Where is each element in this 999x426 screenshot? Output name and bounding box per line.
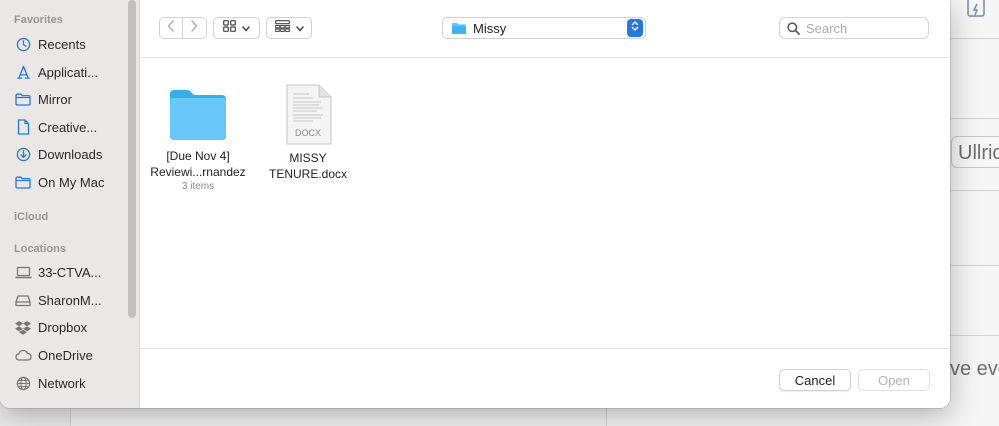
file-name-line1: [Due Nov 4] [166, 149, 230, 163]
back-button[interactable] [160, 18, 182, 38]
file-item-folder[interactable]: [Due Nov 4] Reviewi...rnandez 3 items [143, 84, 253, 193]
sidebar-item-label: SharonM... [38, 292, 102, 308]
sidebar-item-label: Recents [38, 36, 86, 52]
background-divider [950, 265, 999, 266]
chevron-left-icon [167, 19, 175, 37]
current-folder-name: Missy [473, 20, 507, 36]
sidebar-item-label: Dropbox [38, 319, 88, 335]
file-item-docx[interactable]: DOCX MISSY TENURE.docx [253, 84, 363, 182]
open-file-dialog: Favorites Recents Applicati... Mirror Cr… [0, 0, 950, 408]
cancel-button[interactable]: Cancel [779, 369, 851, 391]
popup-stepper [627, 19, 643, 37]
folder-icon [14, 91, 32, 107]
applications-icon [14, 64, 32, 80]
sidebar-item-network[interactable]: Network [14, 371, 126, 395]
open-button[interactable]: Open [858, 369, 930, 391]
sidebar-item-applications[interactable]: Applicati... [14, 60, 126, 84]
search-field[interactable] [779, 17, 929, 39]
docx-document-icon: DOCX [283, 84, 333, 146]
section-icloud: iCloud [14, 211, 49, 223]
clock-icon [14, 36, 32, 52]
sidebar-item-label: Mirror [38, 91, 72, 107]
background-edit-icon [966, 0, 988, 23]
sidebar-item-label: Applicati... [38, 64, 98, 80]
updown-chevron-icon [631, 19, 639, 37]
background-divider [950, 335, 999, 336]
sidebar-item-recents[interactable]: Recents [14, 32, 126, 56]
group-grid-icon [274, 19, 290, 37]
file-name-line1: MISSY [289, 151, 327, 165]
cloud-icon [14, 347, 32, 363]
forward-button[interactable] [183, 18, 205, 38]
search-input[interactable] [806, 20, 916, 36]
sidebar-item-drive[interactable]: SharonM... [14, 288, 126, 312]
group-by-button[interactable] [266, 17, 312, 39]
sidebar-item-label: On My Mac [38, 174, 105, 190]
file-name-line2: TENURE.docx [268, 167, 348, 181]
background-divider [950, 190, 999, 191]
sidebar-item-laptop[interactable]: 33-CTVA... [14, 260, 126, 284]
background-divider [950, 38, 999, 39]
dropbox-icon [14, 319, 32, 335]
location-popup[interactable]: Missy [442, 17, 646, 39]
file-browser: [Due Nov 4] Reviewi...rnandez 3 items DO… [140, 59, 950, 348]
sidebar-item-dropbox[interactable]: Dropbox [14, 315, 126, 339]
sidebar: Favorites Recents Applicati... Mirror Cr… [0, 0, 140, 408]
icon-grid-icon [223, 19, 236, 37]
sidebar-item-label: 33-CTVA... [38, 264, 102, 280]
sidebar-item-label: OneDrive [38, 347, 93, 363]
sidebar-item-label: Creative... [38, 119, 98, 135]
background-text-eve: ve eve [950, 358, 999, 380]
globe-icon [14, 375, 32, 391]
sidebar-item-downloads[interactable]: Downloads [14, 142, 126, 166]
navigation-buttons [159, 17, 207, 39]
sidebar-item-label: Downloads [38, 146, 103, 162]
file-type-badge: DOCX [294, 128, 321, 138]
section-favorites: Favorites [14, 14, 63, 26]
folder-icon [451, 22, 467, 35]
search-icon [787, 21, 800, 35]
view-mode-button[interactable] [213, 17, 260, 39]
sidebar-item-label: Network [38, 375, 86, 391]
sidebar-item-on-my-mac[interactable]: On My Mac [14, 170, 126, 194]
sidebar-item-onedrive[interactable]: OneDrive [14, 343, 126, 367]
background-text-ullric: Ullric [958, 142, 999, 164]
folder-icon [14, 174, 32, 190]
sidebar-scrollbar[interactable] [128, 0, 136, 318]
document-icon [14, 119, 32, 135]
drive-icon [14, 292, 32, 308]
dialog-footer: Cancel Open [140, 348, 950, 408]
download-icon [14, 146, 32, 162]
chevron-right-icon [190, 19, 198, 37]
chevron-down-icon [295, 19, 304, 37]
section-locations: Locations [14, 243, 66, 255]
folder-icon [167, 84, 229, 144]
chevron-down-icon [242, 19, 250, 37]
laptop-icon [14, 264, 32, 280]
toolbar: Missy [140, 0, 950, 58]
sidebar-item-mirror[interactable]: Mirror [14, 87, 126, 111]
background-divider [950, 118, 999, 119]
file-item-count: 3 items [181, 181, 215, 192]
sidebar-item-creative[interactable]: Creative... [14, 115, 126, 139]
file-name-line2: Reviewi...rnandez [150, 165, 246, 179]
